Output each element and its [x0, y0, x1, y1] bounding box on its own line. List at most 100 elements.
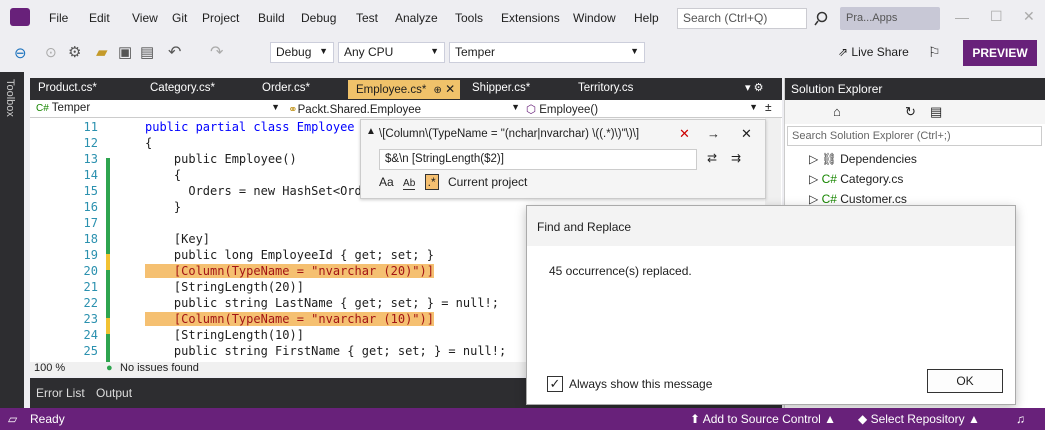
- tree-item-category[interactable]: ▷ C# Category.cs: [809, 172, 903, 186]
- maximize-icon[interactable]: ☐: [990, 8, 1003, 25]
- code-line: [StringLength(20)]: [145, 280, 304, 294]
- select-repository-button[interactable]: ◆ Select Repository ▲: [858, 412, 980, 426]
- line-number: 23: [83, 312, 98, 326]
- find-replace-widget: ▲ \[Column\(TypeName = "(nchar|nvarchar)…: [360, 119, 766, 199]
- zoom-combo[interactable]: 100 %: [34, 362, 65, 374]
- replace-all-icon[interactable]: ⇉: [731, 151, 741, 165]
- tab-category[interactable]: Category.cs*: [142, 80, 252, 99]
- save-icon[interactable]: ▣: [118, 43, 132, 61]
- refresh-icon[interactable]: ↻: [905, 104, 916, 120]
- solution-name-badge[interactable]: Pra...Apps: [840, 7, 940, 30]
- platform-combo[interactable]: Any CPU ▼: [338, 42, 445, 63]
- open-icon[interactable]: ▰: [96, 43, 108, 61]
- ready-icon: ▱: [8, 412, 18, 426]
- tab-output[interactable]: Output: [96, 386, 132, 400]
- menu-tools[interactable]: Tools: [455, 11, 483, 25]
- tab-employee-label: Employee.cs*: [356, 84, 427, 96]
- config-combo[interactable]: Debug ▼: [270, 42, 334, 63]
- code-line: {: [145, 168, 182, 182]
- find-next-icon[interactable]: →: [707, 126, 720, 141]
- menu-project[interactable]: Project: [202, 11, 239, 25]
- config-value: Debug: [276, 45, 312, 59]
- tab-error-list[interactable]: Error List: [36, 386, 85, 400]
- close-icon[interactable]: ✕: [741, 126, 752, 142]
- checkbox-label[interactable]: Always show this message: [569, 377, 712, 391]
- whole-word-icon[interactable]: Ab: [403, 178, 416, 190]
- menu-file[interactable]: File: [49, 11, 68, 25]
- source-control-button[interactable]: ⬆ Add to Source Control ▲: [690, 412, 836, 426]
- line-number: 21: [83, 280, 98, 294]
- menu-debug[interactable]: Debug: [301, 11, 336, 25]
- tab-overflow-icon[interactable]: ▾ ⚙: [745, 81, 763, 94]
- tree-item-label: Category.cs: [840, 172, 904, 186]
- tab-product[interactable]: Product.cs*: [30, 80, 140, 99]
- tree-item-label: Customer.cs: [840, 192, 907, 206]
- minimize-icon[interactable]: —: [955, 9, 969, 25]
- search-input[interactable]: Search (Ctrl+Q): [677, 8, 807, 29]
- menu-window[interactable]: Window: [573, 11, 616, 25]
- tree-item-dependencies[interactable]: ▷ ⛓ Dependencies: [809, 152, 917, 166]
- menu-git[interactable]: Git: [172, 11, 187, 25]
- forward-icon[interactable]: ⊙: [45, 44, 57, 61]
- notifications-icon[interactable]: ♫: [1016, 412, 1025, 426]
- tab-order[interactable]: Order.cs*: [254, 80, 350, 99]
- tab-shipper[interactable]: Shipper.cs*: [464, 80, 564, 99]
- preview-button[interactable]: PREVIEW: [963, 40, 1037, 66]
- code-line: [Key]: [145, 232, 211, 246]
- search-icon[interactable]: [808, 8, 834, 29]
- menu-edit[interactable]: Edit: [89, 11, 110, 25]
- issues-status[interactable]: No issues found: [120, 362, 199, 374]
- menu-build[interactable]: Build: [258, 11, 285, 25]
- code-line: public string LastName { get; set; } = n…: [145, 296, 500, 310]
- line-number: 25: [83, 344, 98, 358]
- match-case-icon[interactable]: Aa: [379, 175, 394, 189]
- close-icon[interactable]: ✕: [1023, 8, 1035, 25]
- back-icon[interactable]: ⊖: [14, 44, 27, 62]
- menu-test[interactable]: Test: [356, 11, 378, 25]
- solution-search-input[interactable]: Search Solution Explorer (Ctrl+;): [787, 126, 1042, 146]
- save-all-icon[interactable]: ▤: [140, 43, 154, 61]
- live-share-button[interactable]: ⇗ Live Share: [838, 45, 909, 59]
- chevron-down-icon: ▼: [630, 46, 639, 56]
- menu-help[interactable]: Help: [634, 11, 659, 25]
- class-combo[interactable]: ⚭Packt.Shared.Employee ▼: [288, 100, 524, 117]
- csharp-file-icon: C#: [821, 192, 841, 206]
- tree-item-customer[interactable]: ▷ C# Customer.cs: [809, 192, 907, 206]
- line-number: 14: [83, 168, 98, 182]
- regex-icon[interactable]: .*: [424, 174, 439, 190]
- change-margin-edited: [106, 318, 110, 334]
- platform-value: Any CPU: [344, 45, 394, 59]
- always-show-checkbox[interactable]: ✓: [547, 376, 563, 392]
- search-placeholder: Search (Ctrl+Q): [683, 11, 768, 25]
- menu-analyze[interactable]: Analyze: [395, 11, 438, 25]
- collapse-icon[interactable]: ▲: [366, 126, 376, 137]
- live-share-icon: ⇗: [838, 45, 852, 59]
- toolbox-tab[interactable]: Toolbox: [4, 79, 16, 117]
- close-icon[interactable]: ✕: [679, 126, 690, 142]
- menu-extensions[interactable]: Extensions: [501, 11, 560, 25]
- home-icon[interactable]: ⌂: [833, 104, 841, 119]
- navigation-bar: C# Temper ▼ ⚭Packt.Shared.Employee ▼ ⬡ Emp…: [30, 100, 782, 118]
- menu-view[interactable]: View: [132, 11, 158, 25]
- split-icon[interactable]: ±: [765, 100, 772, 114]
- find-input[interactable]: \[Column\(TypeName = "(nchar|nvarchar) \…: [379, 125, 687, 146]
- solution-toolbar: ⌂ ↻ ▤: [785, 100, 1045, 124]
- tab-employee[interactable]: Employee.cs* ⊕ ✕: [348, 80, 460, 99]
- ok-button[interactable]: OK: [927, 369, 1003, 393]
- tab-territory[interactable]: Territory.cs: [570, 80, 680, 99]
- startup-combo[interactable]: Temper ▼: [449, 42, 645, 63]
- replace-next-icon[interactable]: ⇄: [707, 151, 717, 165]
- new-project-icon[interactable]: ⚙: [68, 43, 81, 61]
- collapse-all-icon[interactable]: ▤: [930, 104, 942, 120]
- undo-icon[interactable]: ↶: [168, 42, 181, 62]
- redo-icon[interactable]: ↷: [210, 42, 223, 62]
- feedback-icon[interactable]: ⚐: [928, 44, 941, 61]
- project-combo[interactable]: C# Temper ▼: [36, 100, 284, 117]
- pin-icon[interactable]: ⊕: [434, 85, 442, 96]
- replace-input[interactable]: $&\n [StringLength($2)]: [379, 149, 697, 170]
- close-icon[interactable]: ✕: [445, 82, 455, 96]
- code-line: {: [145, 136, 153, 150]
- member-combo[interactable]: ⬡ Employee() ▼: [526, 100, 762, 117]
- line-number: 17: [83, 216, 98, 230]
- scope-value[interactable]: Current project: [448, 175, 527, 189]
